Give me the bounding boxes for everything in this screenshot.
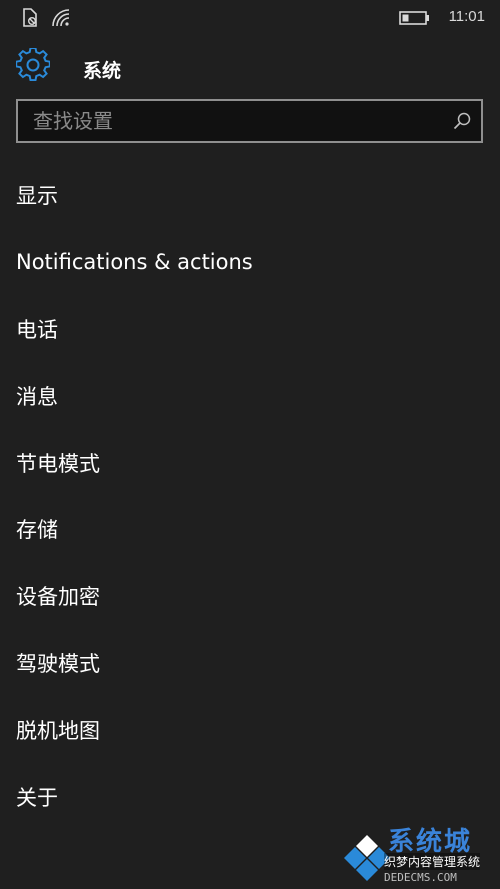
menu-item-display[interactable]: 显示 [0, 162, 500, 229]
sim-off-icon [21, 8, 39, 32]
menu-item-battery-saver[interactable]: 节电模式 [0, 429, 500, 496]
battery-icon [399, 10, 431, 30]
gear-icon [15, 47, 51, 82]
settings-list: 显示 Notifications & actions 电话 消息 节电模式 存储… [0, 162, 500, 830]
search-input[interactable] [18, 101, 438, 141]
menu-item-offline-maps[interactable]: 脱机地图 [0, 696, 500, 763]
watermark-subtitle: 织梦内容管理系统 [384, 853, 481, 870]
search-icon[interactable] [452, 111, 472, 131]
wifi-icon [51, 8, 71, 32]
menu-item-messaging[interactable]: 消息 [0, 362, 500, 429]
menu-item-phone[interactable]: 电话 [0, 296, 500, 363]
watermark: 系统城 织梦内容管理系统 DEDECMS.COM [340, 819, 500, 889]
menu-item-device-encryption[interactable]: 设备加密 [0, 563, 500, 630]
watermark-domain: DEDECMS.COM [384, 871, 457, 884]
menu-item-storage[interactable]: 存储 [0, 496, 500, 563]
search-box[interactable] [16, 99, 483, 143]
menu-item-notifications[interactable]: Notifications & actions [0, 229, 500, 296]
menu-item-driving-mode[interactable]: 驾驶模式 [0, 630, 500, 697]
clock: 11:01 [448, 8, 485, 25]
page-title: 系统 [83, 60, 122, 82]
page-header: 系统 [0, 44, 500, 92]
settings-screen: 11:01 系统 显示 Notifications & actions 电话 [0, 0, 500, 889]
status-bar: 11:01 [0, 0, 500, 36]
